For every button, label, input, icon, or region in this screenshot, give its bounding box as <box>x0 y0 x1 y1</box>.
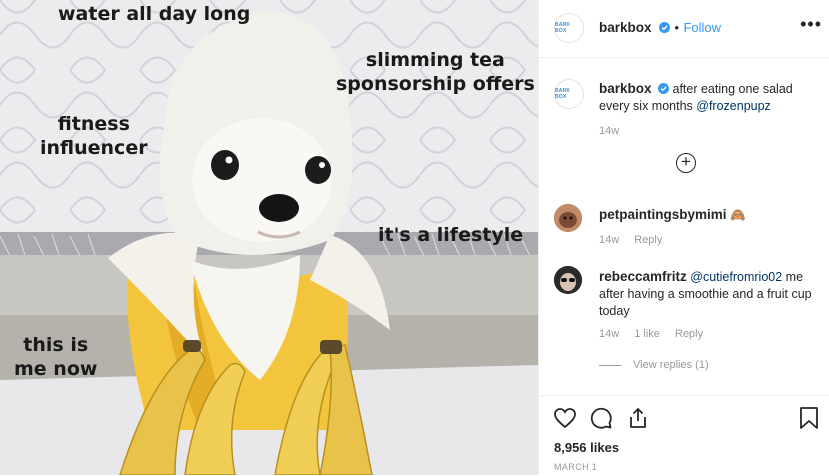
avatar-text: BARK BOX <box>555 22 571 34</box>
comment-meta: 14w 1 like Reply <box>599 328 704 340</box>
comments-section: BARK BOX barkbox after eating one salad … <box>539 58 829 394</box>
more-options-icon[interactable]: ••• <box>800 14 822 35</box>
comment-avatar-rebeccamfritz[interactable] <box>554 266 582 294</box>
view-replies-button[interactable]: View replies (1) <box>599 359 709 371</box>
post-date[interactable]: MARCH 1 <box>554 462 597 472</box>
meme-caption-slimming-tea: slimming tea sponsorship offers <box>336 49 535 95</box>
instagram-post: water all day long slimming tea sponsorsh… <box>0 0 829 475</box>
see-no-evil-monkey-icon: 🙈 <box>730 208 746 222</box>
divider <box>599 364 621 366</box>
caption-time: 14w <box>599 125 620 137</box>
plus-circle-icon[interactable]: + <box>676 153 696 173</box>
dog-avatar-icon <box>554 204 582 232</box>
action-bar <box>553 406 658 432</box>
comment-username[interactable]: rebeccamfritz <box>599 269 687 284</box>
bookmark-icon[interactable] <box>798 406 820 430</box>
verified-badge-icon <box>658 83 670 94</box>
heart-icon[interactable] <box>553 406 577 430</box>
comment-petpaintingsbymimi: petpaintingsbymimi 🙈 <box>599 206 814 224</box>
reply-button[interactable]: Reply <box>675 328 703 340</box>
follow-button[interactable]: Follow <box>683 20 721 35</box>
share-icon[interactable] <box>626 406 650 430</box>
comment-rebeccamfritz: rebeccamfritz @cutiefromrio02 me after h… <box>599 268 814 320</box>
person-avatar-icon <box>554 266 582 294</box>
header-username[interactable]: barkbox <box>599 20 652 35</box>
barkbox-avatar[interactable]: BARK BOX <box>554 13 584 43</box>
header-separator: • <box>674 20 679 35</box>
avatar-text: BARK BOX <box>555 88 571 100</box>
meme-caption-lifestyle: it's a lifestyle <box>378 224 524 246</box>
caption-mention[interactable]: @frozenpupz <box>696 99 771 113</box>
comment-icon[interactable] <box>589 406 613 430</box>
verified-badge-icon <box>658 22 670 33</box>
comment-username[interactable]: petpaintingsbymimi <box>599 207 727 222</box>
reply-button[interactable]: Reply <box>634 234 662 246</box>
post-footer: 8,956 likes MARCH 1 <box>539 395 829 476</box>
comment-avatar-petpaintingsbymimi[interactable] <box>554 204 582 232</box>
meme-caption-this-is-me: this is me now <box>14 334 98 380</box>
post-header: BARK BOX barkbox • Follow ••• <box>539 0 829 58</box>
post-side-panel: BARK BOX barkbox • Follow ••• BARK BOX b… <box>538 0 829 475</box>
caption-avatar[interactable]: BARK BOX <box>554 79 584 109</box>
post-photo[interactable]: water all day long slimming tea sponsorsh… <box>0 0 538 475</box>
comment-mention[interactable]: @cutiefromrio02 <box>690 270 782 284</box>
meme-caption-water: water all day long <box>58 3 251 25</box>
comment-like-count[interactable]: 1 like <box>634 328 660 340</box>
comment-meta: 14w Reply <box>599 234 663 246</box>
caption-text: barkbox after eating one salad every six… <box>599 80 814 115</box>
likes-count[interactable]: 8,956 likes <box>554 440 619 455</box>
caption-username[interactable]: barkbox <box>599 81 652 96</box>
meme-caption-fitness: fitness influencer <box>40 113 148 159</box>
